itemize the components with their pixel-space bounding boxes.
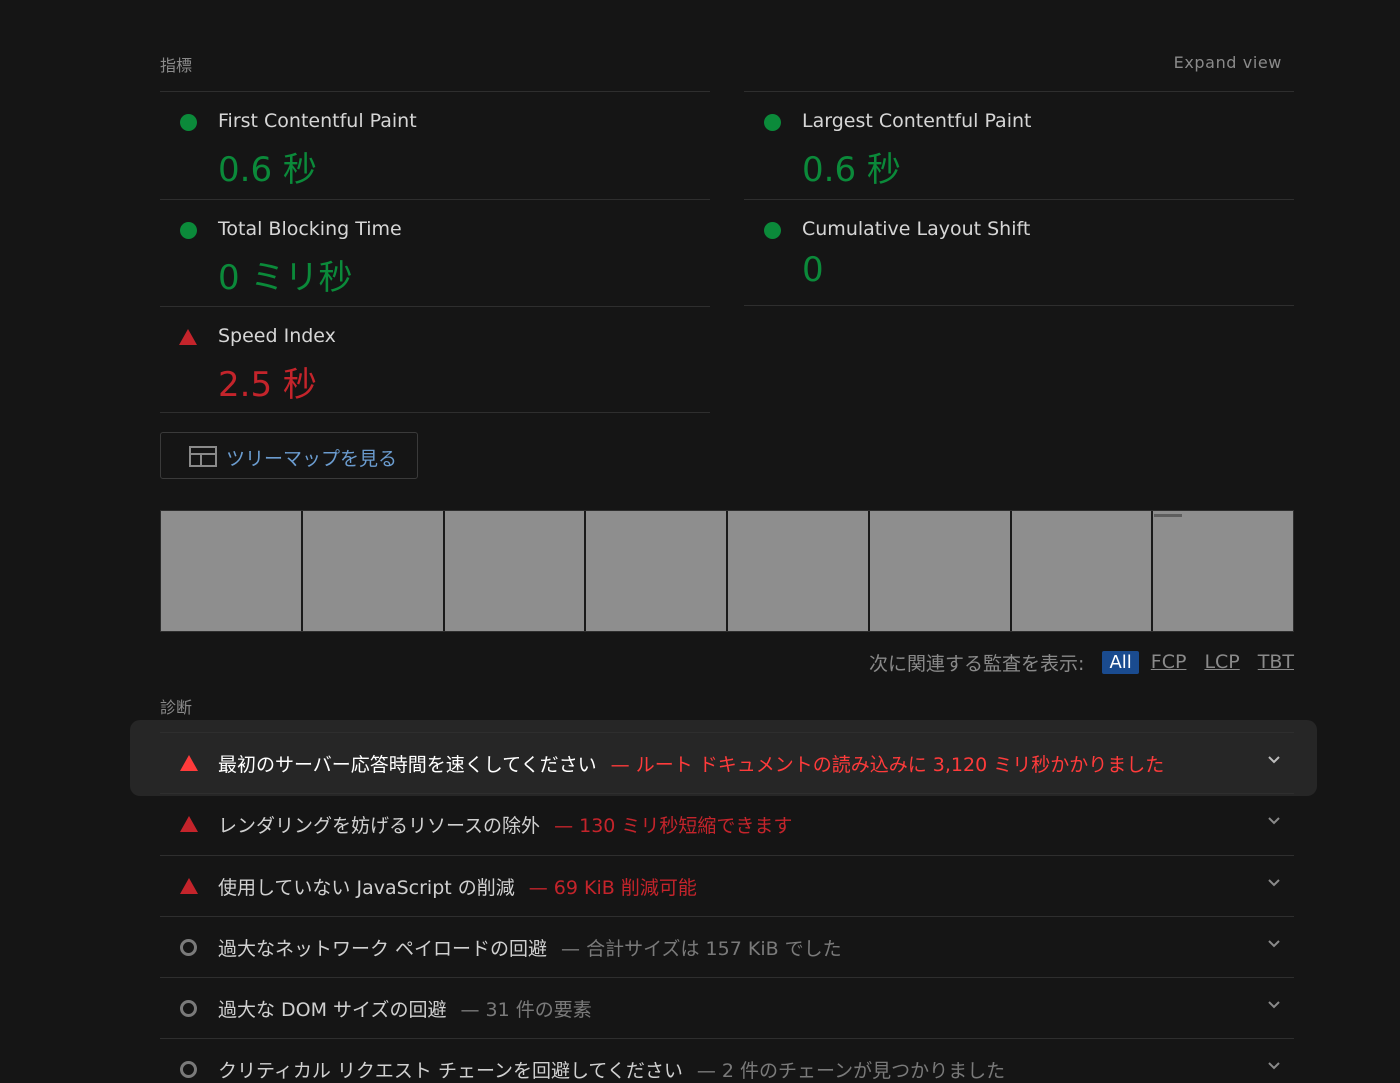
- chevron-down-icon[interactable]: [1268, 814, 1280, 826]
- metric-lcp: Largest Contentful Paint 0.6 秒: [744, 91, 1294, 199]
- filter-chip-all[interactable]: All: [1102, 650, 1139, 674]
- audit-title: 過大な DOM サイズの回避: [218, 999, 447, 1021]
- pass-dot-icon: [180, 222, 197, 239]
- view-treemap-button[interactable]: ツリーマップを見る: [160, 432, 418, 479]
- fail-triangle-icon: [180, 755, 198, 771]
- audit-title: レンダリングを妨げるリソースの除外: [218, 815, 541, 837]
- diagnostics-title: 診断: [160, 698, 193, 717]
- fail-triangle-icon: [180, 816, 198, 832]
- filmstrip: [160, 510, 1294, 632]
- info-ring-icon: [180, 1000, 197, 1017]
- frame-thumbnail-content: [1154, 514, 1183, 517]
- metric-tbt: Total Blocking Time 0 ミリ秒: [160, 199, 710, 307]
- filmstrip-frame: [586, 511, 728, 631]
- audit-description: — 69 KiB 削減可能: [528, 877, 697, 899]
- filter-chip-fcp[interactable]: FCP: [1151, 651, 1187, 673]
- audit-title: 最初のサーバー応答時間を速くしてください: [218, 754, 597, 776]
- audit-title: 使用していない JavaScript の削減: [218, 877, 515, 899]
- metrics-header: 指標 Expand view: [160, 52, 1294, 76]
- metric-value: 0.6 秒: [218, 150, 317, 190]
- audit-item-render-blocking[interactable]: レンダリングを妨げるリソースの除外 — 130 ミリ秒短縮できます: [160, 793, 1294, 854]
- filmstrip-frame-final: [1153, 511, 1293, 631]
- audit-item-server-response[interactable]: 最初のサーバー応答時間を速くしてください — ルート ドキュメントの読み込みに 3…: [160, 732, 1294, 793]
- filter-label: 次に関連する監査を表示:: [869, 652, 1085, 675]
- metric-cls: Cumulative Layout Shift 0: [744, 199, 1294, 306]
- audit-description: — 130 ミリ秒短縮できます: [554, 815, 793, 837]
- treemap-label: ツリーマップを見る: [226, 448, 398, 470]
- pass-dot-icon: [764, 114, 781, 131]
- metric-value: 0: [802, 250, 824, 290]
- info-ring-icon: [180, 1061, 197, 1078]
- metric-label: Speed Index: [218, 325, 336, 347]
- audit-item-dom-size[interactable]: 過大な DOM サイズの回避 — 31 件の要素: [160, 977, 1294, 1038]
- chevron-down-icon[interactable]: [1268, 876, 1280, 888]
- audit-text: 使用していない JavaScript の削減 — 69 KiB 削減可能: [218, 873, 697, 900]
- audit-text: 過大な DOM サイズの回避 — 31 件の要素: [218, 995, 592, 1022]
- metric-label: Largest Contentful Paint: [802, 110, 1032, 132]
- metric-value: 0.6 秒: [802, 150, 901, 190]
- pass-dot-icon: [764, 222, 781, 239]
- info-ring-icon: [180, 939, 197, 956]
- metric-value: 2.5 秒: [218, 365, 317, 405]
- chevron-down-icon[interactable]: [1268, 1059, 1280, 1071]
- filmstrip-frame: [728, 511, 870, 631]
- filter-chip-lcp[interactable]: LCP: [1204, 651, 1239, 673]
- audit-item-critical-chains[interactable]: クリティカル リクエスト チェーンを回避してください — 2 件のチェーンが見つか…: [160, 1038, 1294, 1082]
- expand-view-button[interactable]: Expand view: [1174, 53, 1282, 72]
- audit-title: 過大なネットワーク ペイロードの回避: [218, 938, 548, 960]
- audit-item-unused-js[interactable]: 使用していない JavaScript の削減 — 69 KiB 削減可能: [160, 855, 1294, 916]
- audit-text: レンダリングを妨げるリソースの除外 — 130 ミリ秒短縮できます: [218, 811, 792, 838]
- metric-speed-index: Speed Index 2.5 秒: [160, 306, 710, 413]
- treemap-icon: [189, 446, 217, 467]
- metrics-title: 指標: [160, 56, 193, 75]
- filmstrip-frame: [444, 511, 587, 631]
- fail-triangle-icon: [179, 329, 197, 345]
- fail-triangle-icon: [180, 878, 198, 894]
- audit-description: — ルート ドキュメントの読み込みに 3,120 ミリ秒かかりました: [610, 754, 1165, 776]
- metric-fcp: First Contentful Paint 0.6 秒: [160, 91, 710, 199]
- metric-label: Cumulative Layout Shift: [802, 218, 1031, 240]
- audit-item-network-payload[interactable]: 過大なネットワーク ペイロードの回避 — 合計サイズは 157 KiB でした: [160, 916, 1294, 977]
- chevron-down-icon[interactable]: [1268, 937, 1280, 949]
- chevron-down-icon[interactable]: [1268, 998, 1280, 1010]
- filmstrip-frame: [161, 511, 303, 631]
- filmstrip-frame: [302, 511, 445, 631]
- audit-text: 過大なネットワーク ペイロードの回避 — 合計サイズは 157 KiB でした: [218, 934, 842, 961]
- filmstrip-frame: [1011, 511, 1154, 631]
- audit-filter: 次に関連する監査を表示: All FCP LCP TBT: [869, 650, 1294, 675]
- metric-value: 0 ミリ秒: [218, 258, 353, 298]
- pass-dot-icon: [180, 114, 197, 131]
- metric-label: First Contentful Paint: [218, 110, 417, 132]
- audit-description: — 31 件の要素: [460, 999, 592, 1021]
- filter-chip-tbt[interactable]: TBT: [1258, 651, 1294, 673]
- metric-label: Total Blocking Time: [218, 218, 402, 240]
- filmstrip-frame: [869, 511, 1012, 631]
- audit-description: — 合計サイズは 157 KiB でした: [561, 938, 842, 960]
- audit-text: 最初のサーバー応答時間を速くしてください — ルート ドキュメントの読み込みに 3…: [218, 750, 1164, 777]
- chevron-down-icon[interactable]: [1268, 753, 1280, 765]
